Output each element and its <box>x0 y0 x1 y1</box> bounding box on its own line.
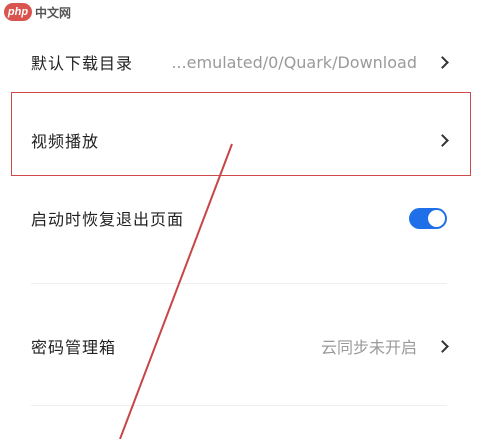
php-logo: php <box>4 3 32 21</box>
toggle-knob <box>428 209 445 227</box>
chevron-right-icon <box>436 55 449 69</box>
chevron-right-icon <box>436 133 449 147</box>
setting-password-manager[interactable]: 密码管理箱 云同步未开启 <box>0 324 481 368</box>
setting-label: 默认下载目录 <box>31 54 134 73</box>
divider <box>31 283 447 284</box>
watermark-text: 中文网 <box>35 5 72 20</box>
setting-label: 密码管理箱 <box>31 338 117 357</box>
setting-restore-pages: 启动时恢复退出页面 <box>0 196 481 240</box>
chevron-right-icon <box>436 339 449 353</box>
setting-value: ...emulated/0/Quark/Download <box>171 52 417 72</box>
restore-pages-toggle[interactable] <box>409 207 447 229</box>
watermark-logo: php 中文网 <box>4 2 71 22</box>
setting-download-directory[interactable]: 默认下载目录 ...emulated/0/Quark/Download <box>0 40 481 84</box>
divider <box>31 405 447 406</box>
setting-value: 云同步未开启 <box>320 338 417 357</box>
setting-video-playback[interactable]: 视频播放 <box>0 118 481 162</box>
setting-label: 启动时恢复退出页面 <box>31 210 185 229</box>
setting-label: 视频播放 <box>31 132 100 151</box>
